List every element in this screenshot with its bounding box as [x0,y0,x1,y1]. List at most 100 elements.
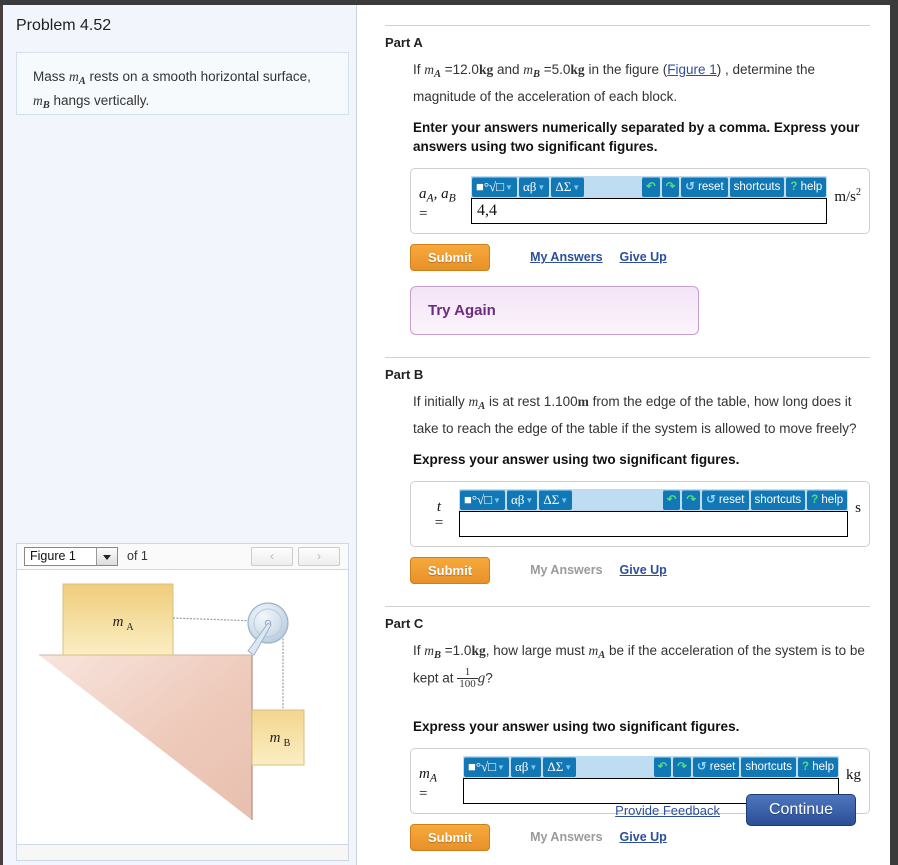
figure-panel: Figure 1 of 1 ‹ › [16,543,349,863]
help-button[interactable]: ? help [798,757,838,777]
part-c-sym1: m [424,643,434,658]
figure-select[interactable]: Figure 1 [24,547,118,566]
part-b-submit-button[interactable]: Submit [410,557,490,584]
shortcuts-button[interactable]: shortcuts [741,757,796,777]
provide-feedback-link[interactable]: Provide Feedback [615,803,720,818]
part-a-label-a1: a [419,186,427,202]
figure-count-label: of 1 [127,549,148,563]
redo-icon[interactable]: ↷ [682,490,700,510]
part-c-submit-button[interactable]: Submit [410,824,490,851]
mass-a-subscript: A [79,76,86,87]
part-a-val2: =5.0 [540,62,570,77]
problem-statement-box: Mass mA rests on a smooth horizontal sur… [16,52,349,115]
pulley-diagram-svg: m A m B [17,570,348,844]
help-button[interactable]: ? help [786,177,826,197]
part-a-submit-row: Submit My Answers Give Up [410,244,880,271]
greek-menu-icon[interactable]: αβ▼ [507,490,537,510]
undo-icon[interactable]: ↶ [663,490,681,510]
chevron-down-icon[interactable] [96,548,117,565]
mass-b-symbol: m [33,93,43,108]
part-a-give-up-link[interactable]: Give Up [620,250,667,264]
shortcuts-button[interactable]: shortcuts [730,177,785,197]
symbol-menu-icon[interactable]: ΔΣ▼ [551,177,584,197]
part-b-answer-label: t = [419,489,459,531]
part-a-answer-input[interactable] [471,198,827,224]
part-c-submit-row: Submit My Answers Give Up [410,824,880,851]
reset-button[interactable]: ↺ reset [702,490,748,510]
part-c-label-m: m [419,766,430,782]
part-c-math-toolbar: ■°√□▼ αβ▼ ΔΣ▼ ↶ ↷ ↺ reset shortcuts ? he… [463,756,839,778]
template-menu-icon[interactable]: ■°√□▼ [472,177,517,197]
continue-button[interactable]: Continue [746,794,856,826]
part-b-label-t: t [437,499,441,515]
part-a-unit-exp: 2 [856,187,861,198]
part-a-sub1: A [434,69,441,80]
part-b-give-up-link[interactable]: Give Up [620,563,667,577]
figure-next-button[interactable]: › [298,547,340,566]
part-b-divider [385,357,870,358]
part-a-unit1: kg [479,62,493,77]
problem-sidebar: Problem 4.52 Mass mA rests on a smooth h… [3,5,357,865]
part-a-my-answers-link[interactable]: My Answers [530,250,602,264]
part-c-question: If mB =1.0kg, how large must mA be if th… [413,640,873,736]
svg-text:m: m [270,730,281,746]
template-menu-icon[interactable]: ■°√□▼ [460,490,505,510]
mass-b-subscript: B [43,100,50,111]
shortcuts-button[interactable]: shortcuts [751,490,806,510]
reset-button[interactable]: ↺ reset [681,177,727,197]
part-a-submit-button[interactable]: Submit [410,244,490,271]
part-b-equals: = [419,515,459,531]
part-a-val1: =12.0 [441,62,479,77]
part-a-instruction: Enter your answers numerically separated… [413,118,873,156]
part-a-sym2: m [523,62,533,77]
figure-prev-button[interactable]: ‹ [251,547,293,566]
part-a-divider [385,25,870,26]
part-c-val1: =1.0 [441,643,471,658]
help-button[interactable]: ? help [807,490,847,510]
part-b-my-answers-label: My Answers [530,563,602,577]
statement-pre: Mass [33,69,69,84]
part-b-question: If initially mA is at rest 1.100m from t… [413,391,873,469]
undo-icon[interactable]: ↶ [642,177,660,197]
statement-post-2: hangs vertically. [50,93,150,108]
redo-icon[interactable]: ↷ [662,177,680,197]
one-hundredth-fraction: 1100 [457,667,478,691]
part-a-label-a2: a [441,186,449,202]
assignment-main: Part A If mA =12.0kg and mB =5.0kg in th… [358,5,890,865]
part-b-answer-input[interactable] [459,511,848,537]
redo-icon[interactable]: ↷ [673,757,691,777]
part-a-label-sub2: B [449,191,456,204]
template-menu-icon[interactable]: ■°√□▼ [464,757,509,777]
part-b-unit-m: m [578,394,589,409]
part-a-unit-text: m/s [834,189,856,205]
part-b-math-toolbar: ■°√□▼ αβ▼ ΔΣ▼ ↶ ↷ ↺ reset shortcuts ? he… [459,489,848,511]
symbol-menu-icon[interactable]: ΔΣ▼ [539,490,572,510]
part-a-question: If mA =12.0kg and mB =5.0kg in the figur… [413,59,873,156]
figure-toolbar: Figure 1 of 1 ‹ › [16,543,349,569]
part-c-give-up-link[interactable]: Give Up [620,830,667,844]
part-c-instruction: Express your answer using two significan… [413,717,873,736]
part-c-label-sub: A [430,771,437,784]
symbol-menu-icon[interactable]: ΔΣ▼ [543,757,576,777]
part-b-q-pre: If initially [413,394,469,409]
part-c-q-pre: If [413,643,424,658]
part-a-math-toolbar: ■°√□▼ αβ▼ ΔΣ▼ ↶ ↷ ↺ reset shortcuts ? he… [471,176,827,198]
svg-text:m: m [113,614,124,630]
part-a-sub2: B [533,69,540,80]
part-a-unit2: kg [570,62,584,77]
part-c-my-answers-label: My Answers [530,830,602,844]
part-b-unit-label: s [848,489,861,517]
part-b-q-mid: is at rest 1.100 [485,394,577,409]
part-c-unit1: kg [471,643,485,658]
greek-menu-icon[interactable]: αβ▼ [519,177,549,197]
greek-menu-icon[interactable]: αβ▼ [511,757,541,777]
undo-icon[interactable]: ↶ [654,757,672,777]
part-a-mid: and [493,62,523,77]
part-c-sym2: m [589,643,599,658]
part-c-q-mid: , how large must [486,643,589,658]
figure-1-link[interactable]: Figure 1 [667,62,717,77]
reset-button[interactable]: ↺ reset [693,757,739,777]
figure-select-value: Figure 1 [30,549,76,563]
part-a-q-pre: If [413,62,424,77]
assignment-footer: Provide Feedback Continue [358,794,878,826]
